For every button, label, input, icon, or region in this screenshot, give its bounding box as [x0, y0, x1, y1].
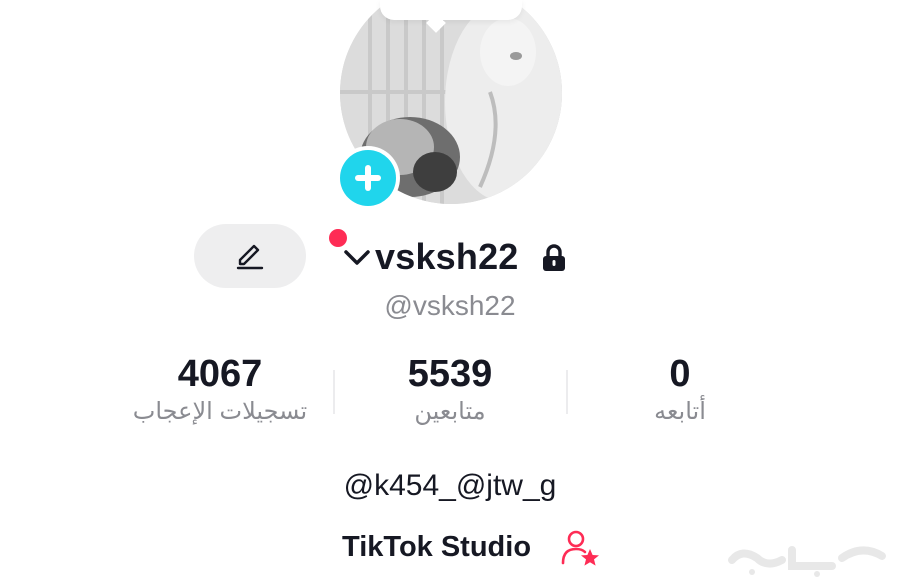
stat-followers[interactable]: 5539 متابعين — [350, 352, 550, 428]
stat-label: أتابعه — [654, 398, 706, 425]
stat-value: 4067 — [177, 353, 263, 395]
lock-icon — [543, 244, 565, 271]
profile-username[interactable]: vsksh22 — [375, 231, 519, 283]
stat-following[interactable]: 0 أتابعه — [590, 352, 770, 428]
notes-bubble[interactable] — [380, 0, 522, 20]
stat-divider — [333, 370, 335, 414]
haraj-watermark-logo — [728, 546, 886, 577]
stat-value: 5539 — [407, 353, 493, 395]
stat-value: 0 — [669, 353, 691, 395]
creator-star-icon[interactable] — [560, 528, 600, 566]
chevron-down-icon[interactable] — [342, 246, 372, 268]
profile-handle: @vsksh22 — [384, 290, 516, 321]
tiktok-studio-link[interactable]: TikTok Studio — [342, 525, 531, 569]
plus-icon — [355, 165, 381, 191]
add-avatar-button[interactable] — [336, 146, 400, 210]
stat-label: متابعين — [414, 398, 486, 425]
profile-bio: @k454_@jtw_g — [343, 469, 557, 502]
stat-divider — [566, 370, 568, 414]
pencil-icon — [236, 244, 264, 270]
stat-likes[interactable]: 4067 تسجيلات الإعجاب — [110, 352, 330, 428]
notification-dot — [329, 229, 347, 247]
stat-label: تسجيلات الإعجاب — [132, 398, 308, 425]
edit-profile-button[interactable] — [194, 224, 306, 288]
